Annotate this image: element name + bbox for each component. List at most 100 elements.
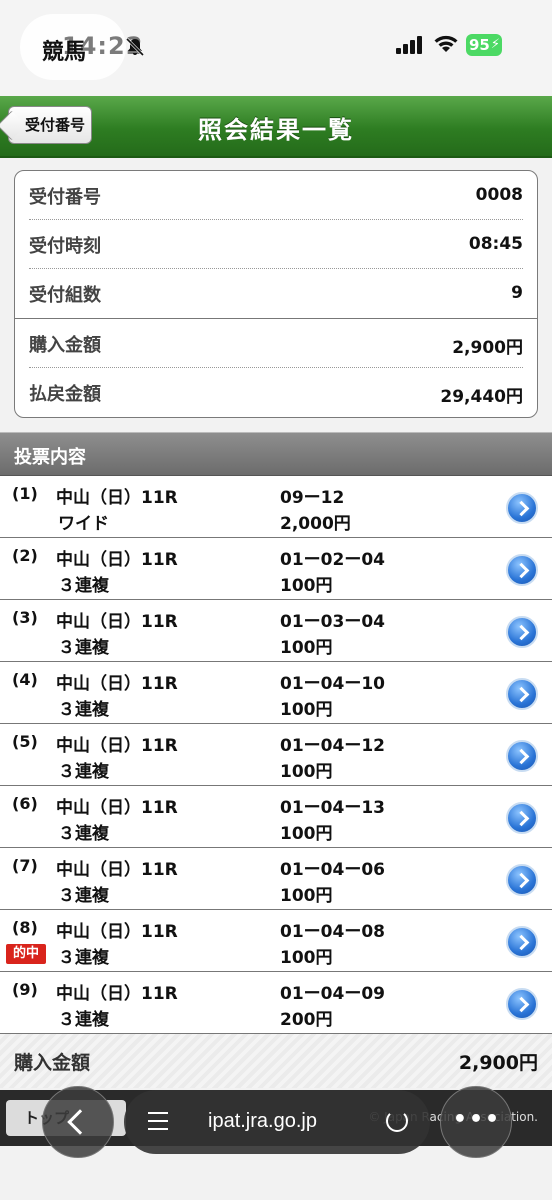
summary-row-purchase-amount: 購入金額 2,900円 [29, 319, 523, 368]
bet-amount: 2,000円 [280, 514, 351, 534]
bet-combination: 01ー04ー09 [280, 984, 385, 1004]
tabs-icon[interactable] [148, 1112, 168, 1130]
chevron-right-icon[interactable] [506, 802, 538, 834]
summary-label: 購入金額 [29, 335, 101, 356]
bet-row[interactable]: (4) 中山（日）11R ３連複 01ー04ー10 100円 [0, 662, 552, 724]
bet-number: (1) [12, 484, 38, 503]
total-bar: 購入金額 2,900円 [0, 1034, 552, 1088]
summary-row-set-count: 受付組数 9 [29, 269, 523, 318]
bet-row[interactable]: (6) 中山（日）11R ３連複 01ー04ー13 100円 [0, 786, 552, 848]
address-bar[interactable]: ipat.jra.go.jp [124, 1090, 430, 1154]
chevron-right-icon[interactable] [506, 616, 538, 648]
bet-row[interactable]: (5) 中山（日）11R ３連複 01ー04ー12 100円 [0, 724, 552, 786]
chevron-right-icon[interactable] [506, 678, 538, 710]
bet-race: 中山（日）11R [56, 736, 178, 756]
bet-race: 中山（日）11R [56, 984, 178, 1004]
bet-number: (5) [12, 732, 38, 751]
chevron-right-icon[interactable] [506, 926, 538, 958]
summary-label: 受付時刻 [29, 236, 101, 257]
bet-list: (1) 中山（日）11R ワイド 09ー12 2,000円 (2) 中山（日）11R ３連複 0… [0, 476, 552, 1034]
bet-type: ３連複 [58, 576, 109, 596]
bet-race: 中山（日）11R [56, 798, 178, 818]
summary-label: 受付番号 [29, 187, 101, 208]
bet-row[interactable]: (3) 中山（日）11R ３連複 01ー03ー04 100円 [0, 600, 552, 662]
browser-more-button[interactable]: ••• [440, 1086, 512, 1158]
bet-number: (7) [12, 856, 38, 875]
bet-number: (6) [12, 794, 38, 813]
bet-number: (3) [12, 608, 38, 627]
more-icon: ••• [452, 1107, 502, 1132]
bet-type: ワイド [58, 514, 109, 534]
chevron-left-icon [67, 1109, 93, 1135]
summary-value: 9 [511, 283, 523, 303]
bet-combination: 01ー02ー04 [280, 550, 385, 570]
bet-type: ３連複 [58, 886, 109, 906]
bet-race: 中山（日）11R [56, 922, 178, 942]
bet-combination: 01ー04ー13 [280, 798, 385, 818]
bet-race: 中山（日）11R [56, 860, 178, 880]
bet-type: ３連複 [58, 824, 109, 844]
summary-row-payout-amount: 払戻金額 29,440円 [29, 368, 523, 417]
bet-amount: 100円 [280, 886, 333, 906]
url-text: ipat.jra.go.jp [208, 1110, 317, 1132]
wifi-icon [434, 35, 458, 52]
summary-card: 受付番号 0008 受付時刻 08:45 受付組数 9 購入金額 2,900円 … [14, 170, 538, 418]
bet-type: ３連複 [58, 762, 109, 782]
bet-type: ３連複 [58, 1010, 109, 1030]
chevron-right-icon[interactable] [506, 988, 538, 1020]
bet-combination: 01ー04ー08 [280, 922, 385, 942]
bet-number: (9) [12, 980, 38, 999]
bet-number: (2) [12, 546, 38, 565]
bet-amount: 100円 [280, 638, 333, 658]
summary-label: 払戻金額 [29, 384, 101, 405]
bet-row[interactable]: (1) 中山（日）11R ワイド 09ー12 2,000円 [0, 476, 552, 538]
status-bar: 競馬 14:22 95 ⚡ [0, 0, 552, 96]
app-header: 受付番号 照会結果一覧 [0, 96, 552, 158]
bet-amount: 100円 [280, 948, 333, 968]
bet-race: 中山（日）11R [56, 674, 178, 694]
bet-combination: 01ー04ー10 [280, 674, 385, 694]
chevron-right-icon[interactable] [506, 554, 538, 586]
bet-type: ３連複 [58, 700, 109, 720]
summary-value: 0008 [475, 185, 523, 205]
page-title: 照会結果一覧 [198, 116, 354, 144]
bet-row[interactable]: (9) 中山（日）11R ３連複 01ー04ー09 200円 [0, 972, 552, 1034]
reload-icon[interactable] [386, 1110, 408, 1132]
chevron-right-icon[interactable] [506, 740, 538, 772]
battery-level: 95 [469, 36, 490, 54]
bet-amount: 200円 [280, 1010, 333, 1030]
total-label: 購入金額 [14, 1052, 91, 1074]
bet-race: 中山（日）11R [56, 550, 178, 570]
chevron-right-icon[interactable] [506, 864, 538, 896]
bet-amount: 100円 [280, 576, 333, 596]
bet-combination: 01ー04ー12 [280, 736, 385, 756]
bet-type: ３連複 [58, 948, 109, 968]
summary-value: 08:45 [468, 234, 523, 254]
bet-row[interactable]: (7) 中山（日）11R ３連複 01ー04ー06 100円 [0, 848, 552, 910]
summary-label: 受付組数 [29, 285, 101, 306]
hit-badge: 的中 [6, 944, 46, 964]
bet-combination: 01ー03ー04 [280, 612, 385, 632]
battery-icon: 95 ⚡ [466, 34, 502, 56]
bet-row[interactable]: (2) 中山（日）11R ３連複 01ー02ー04 100円 [0, 538, 552, 600]
total-value: 2,900円 [458, 1052, 538, 1074]
chevron-right-icon[interactable] [506, 492, 538, 524]
bet-amount: 100円 [280, 762, 333, 782]
bet-amount: 100円 [280, 700, 333, 720]
bet-amount: 100円 [280, 824, 333, 844]
cellular-signal-icon [396, 34, 426, 54]
bet-combination: 01ー04ー06 [280, 860, 385, 880]
bell-muted-icon [125, 37, 145, 57]
section-header: 投票内容 [0, 432, 552, 476]
summary-value: 2,900円 [452, 338, 523, 358]
summary-row-receipt-number: 受付番号 0008 [29, 171, 523, 220]
bet-number: (8) [12, 918, 38, 937]
bet-type: ３連複 [58, 638, 109, 658]
section-title: 投票内容 [14, 447, 86, 468]
summary-row-receipt-time: 受付時刻 08:45 [29, 220, 523, 269]
browser-back-button[interactable] [42, 1086, 114, 1158]
bet-row[interactable]: (8) 中山（日）11R ３連複 01ー04ー08 100円 的中 [0, 910, 552, 972]
bet-race: 中山（日）11R [56, 612, 178, 632]
bet-combination: 09ー12 [280, 488, 345, 508]
summary-value: 29,440円 [440, 387, 523, 407]
